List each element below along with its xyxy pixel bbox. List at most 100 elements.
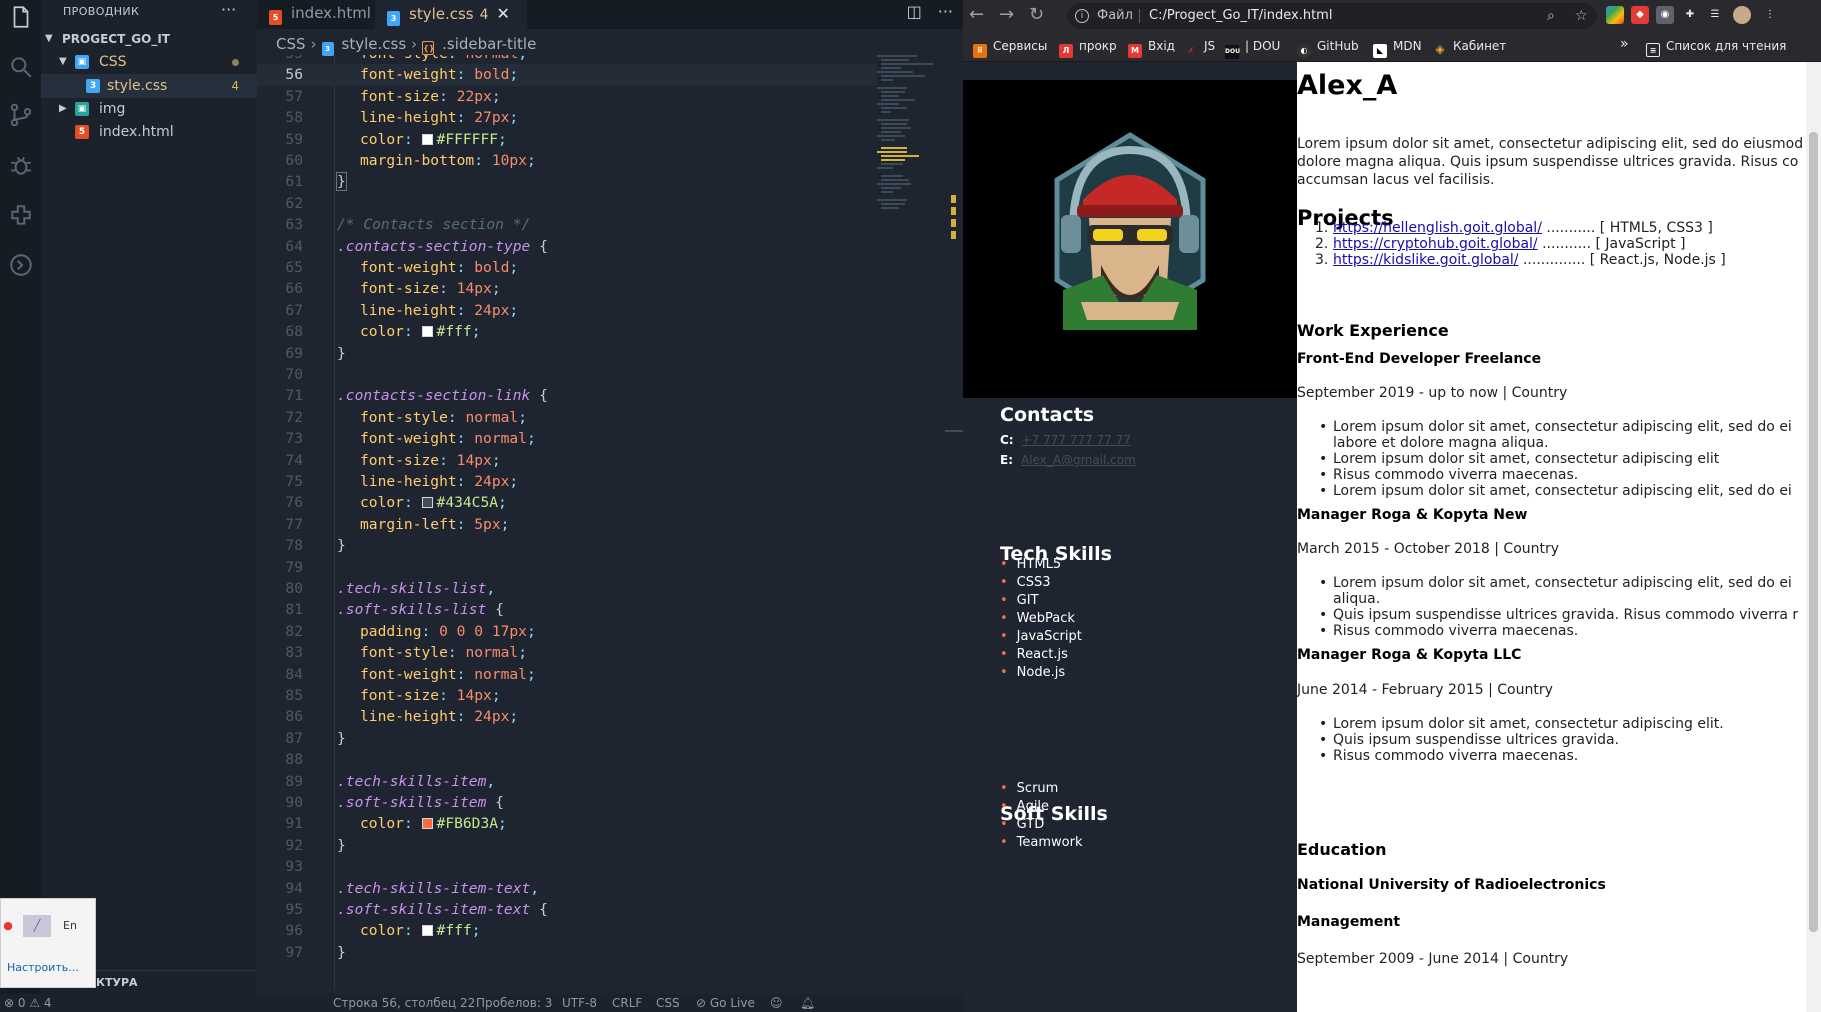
code-line[interactable]: 60 margin-bottom: 10px; (257, 150, 877, 171)
notifications-icon[interactable]: 🔔︎ (800, 994, 815, 1012)
bookmark-item[interactable]: Лпрокр (1059, 39, 1117, 58)
code-text[interactable]: font-size: 14px; (360, 278, 501, 299)
project-link[interactable]: https://cryptohub.goit.global/ (1333, 236, 1538, 252)
back-icon[interactable]: ← (969, 4, 984, 25)
code-text[interactable]: /* Contacts section */ (337, 214, 530, 235)
url-text[interactable]: C:/Progect_Go_IT/index.html (1149, 3, 1332, 29)
code-text[interactable]: line-height: 24px; (360, 300, 518, 321)
cursor-position[interactable]: Строка 56, столбец 22 (333, 994, 475, 1012)
bookmark-item[interactable]: M Вхід (1128, 39, 1175, 58)
code-line[interactable]: 55 font-style: normal; (257, 55, 877, 64)
bookmark-item[interactable]: ✗ JS (1184, 39, 1216, 58)
tab-style-css[interactable]: 3 style.css 4 ✕ (375, 0, 527, 29)
minimap[interactable] (877, 55, 947, 435)
code-text[interactable]: font-weight: normal; (360, 428, 536, 449)
code-line[interactable]: 91 color: #FB6D3A; (257, 813, 877, 834)
code-line[interactable]: 79 (257, 557, 877, 578)
editor-scrollbar-thumb[interactable] (945, 430, 963, 432)
code-text[interactable]: color: #fff; (360, 920, 480, 941)
zoom-icon[interactable]: ⌕ (1547, 3, 1555, 29)
code-text[interactable]: font-weight: normal; (360, 664, 536, 685)
code-line[interactable]: 77 margin-left: 5px; (257, 514, 877, 535)
code-line[interactable]: 61} (257, 171, 877, 192)
reading-list-button[interactable]: ≡ Список для чтения (1646, 39, 1786, 57)
project-root[interactable]: ▼ PROGECT_GO_IT (41, 27, 257, 51)
bookmark-item[interactable]: ◣ MDN (1373, 39, 1422, 58)
code-line[interactable]: 80 .tech-skills-list, (257, 578, 877, 599)
code-text[interactable]: font-weight: bold; (360, 257, 518, 278)
star-icon[interactable]: ☆ (1575, 3, 1588, 29)
code-line[interactable]: 67 line-height: 24px; (257, 300, 877, 321)
split-editor-icon[interactable]: ◫ (907, 2, 922, 21)
bookmark-item[interactable]: ◈ Кабинет (1433, 39, 1506, 56)
avatar[interactable] (1733, 6, 1751, 24)
address-bar[interactable]: i Файл C:/Progect_Go_IT/index.html ⌕ ☆ (1067, 3, 1597, 29)
code-line[interactable]: 63 /* Contacts section */ (257, 214, 877, 235)
code-line[interactable]: 86 line-height: 24px; (257, 706, 877, 727)
code-line[interactable]: 62 (257, 193, 877, 214)
info-icon[interactable]: i (1075, 9, 1089, 23)
indentation[interactable]: Пробелов: 3 (476, 994, 552, 1012)
code-line[interactable]: 83 font-style: normal; (257, 642, 877, 663)
project-link[interactable]: https://kidslike.goit.global/ (1333, 252, 1519, 268)
extensions-icon[interactable] (8, 202, 34, 228)
project-link[interactable]: https://hellenglish.goit.global/ (1333, 220, 1542, 236)
configure-link[interactable]: Настроить... (7, 961, 79, 974)
code-text[interactable]: color: #FFFFFF; (360, 129, 507, 150)
code-line[interactable]: 88 (257, 749, 877, 770)
code-text[interactable]: font-weight: bold; (360, 64, 518, 85)
code-text[interactable]: padding: 0 0 0 17px; (360, 621, 536, 642)
code-line[interactable]: 95 .soft-skills-item-text { (257, 899, 877, 920)
tree-item-css-folder[interactable]: ▼ ▣ CSS (41, 50, 257, 74)
code-line[interactable]: 89 .tech-skills-item, (257, 771, 877, 792)
menu-icon[interactable]: ⋮ (1761, 6, 1779, 24)
code-text[interactable]: font-size: 14px; (360, 685, 501, 706)
code-line[interactable]: 82 padding: 0 0 0 17px; (257, 621, 877, 642)
code-line[interactable]: 75 line-height: 24px; (257, 471, 877, 492)
code-text[interactable]: font-style: normal; (360, 55, 527, 64)
reading-list-icon[interactable]: ☰ (1706, 6, 1724, 24)
tree-item-index-html[interactable]: 5 index.html (41, 120, 257, 144)
page-scrollbar-thumb[interactable] (1809, 132, 1818, 932)
code-text[interactable]: .contacts-section-type { (337, 236, 548, 257)
tab-index-html[interactable]: 5 index.html (257, 0, 375, 29)
puzzle-icon[interactable]: ✚ (1681, 6, 1699, 24)
code-line[interactable]: 93 (257, 856, 877, 877)
code-line[interactable]: 84 font-weight: normal; (257, 664, 877, 685)
page-scrollbar[interactable] (1806, 62, 1821, 1012)
code-text[interactable]: .tech-skills-list, (337, 578, 495, 599)
code-line[interactable]: 85 font-size: 14px; (257, 685, 877, 706)
pen-input-icon[interactable]: ╱ (23, 915, 51, 937)
code-line[interactable]: 59 color: #FFFFFF; (257, 129, 877, 150)
code-line[interactable]: 72 font-style: normal; (257, 407, 877, 428)
code-line[interactable]: 90 .soft-skills-item { (257, 792, 877, 813)
problems-indicator[interactable]: ⊗ 0 ⚠ 4 (4, 994, 52, 1012)
code-text[interactable]: .soft-skills-list { (337, 599, 504, 620)
code-line[interactable]: 66 font-size: 14px; (257, 278, 877, 299)
code-line[interactable]: 81 .soft-skills-list { (257, 599, 877, 620)
bookmark-item[interactable]: ◐ GitHub (1297, 39, 1359, 58)
code-line[interactable]: 56 font-weight: bold; (257, 64, 877, 86)
email-link[interactable]: Alex_A@gmail.com (1021, 453, 1136, 467)
code-line[interactable]: 69} (257, 343, 877, 364)
code-line[interactable]: 74 font-size: 14px; (257, 450, 877, 471)
end-of-line[interactable]: CRLF (612, 994, 642, 1012)
go-live-button[interactable]: ⊘ Go Live (696, 994, 755, 1012)
code-text[interactable]: line-height: 24px; (360, 706, 518, 727)
code-line[interactable]: 65 font-weight: bold; (257, 257, 877, 278)
code-line[interactable]: 92} (257, 835, 877, 856)
bookmark-item[interactable]: DOU | DOU (1225, 39, 1280, 59)
close-icon[interactable]: ✕ (497, 4, 510, 23)
language-indicator[interactable]: En (59, 915, 81, 937)
more-actions-icon[interactable]: ··· (938, 2, 953, 21)
code-text[interactable]: font-style: normal; (360, 407, 527, 428)
forward-icon[interactable]: → (999, 4, 1014, 25)
code-text[interactable]: line-height: 24px; (360, 471, 518, 492)
extension-icon[interactable] (1606, 6, 1624, 24)
explorer-more-icon[interactable]: ··· (221, 0, 236, 19)
code-line[interactable]: 97} (257, 942, 877, 963)
tree-item-style-css[interactable]: 3 style.css 4 (41, 74, 257, 98)
reload-icon[interactable]: ↻ (1029, 4, 1044, 25)
code-text[interactable]: color: #FB6D3A; (360, 813, 507, 834)
code-line[interactable]: 76 color: #434C5A; (257, 492, 877, 513)
